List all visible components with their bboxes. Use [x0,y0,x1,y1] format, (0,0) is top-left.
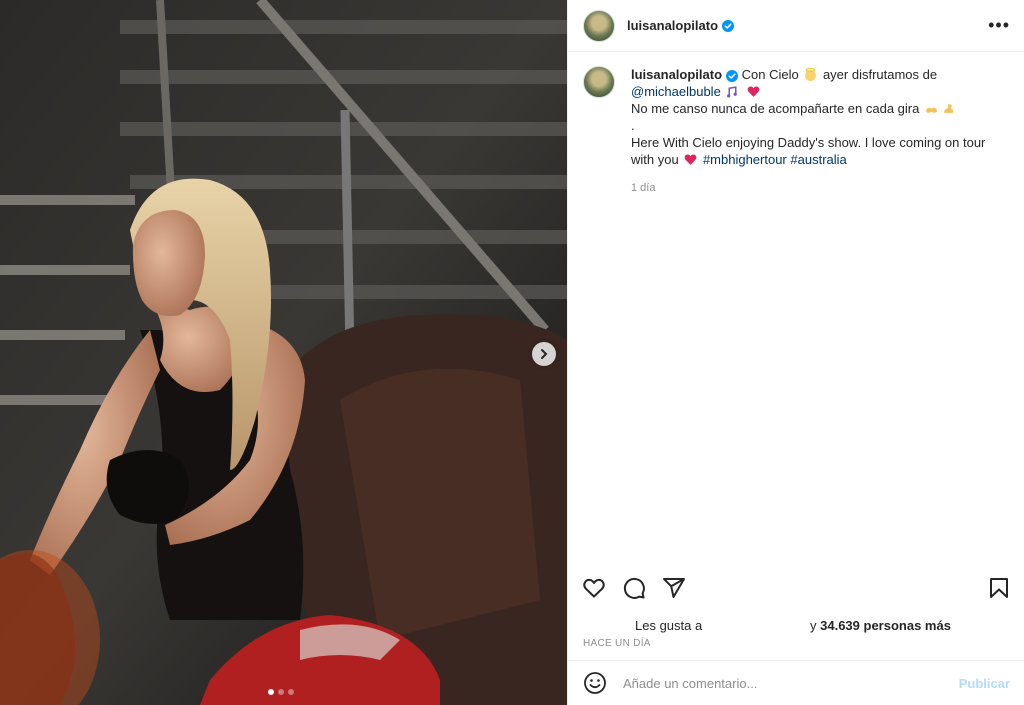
author-avatar[interactable] [583,9,615,42]
red-heart-emoji-icon [684,154,697,165]
caption-username[interactable]: luisanalopilato [631,67,722,82]
caption-line4: . [631,118,635,133]
photo-illustration [0,0,567,705]
comment-input[interactable] [621,674,945,692]
carousel-next-button[interactable] [532,342,556,366]
post-photo[interactable] [0,0,567,705]
angel-emoji-icon [805,68,817,81]
likes-connector: y [810,618,821,633]
caption-line1-tail: ayer disfrutamos de [819,67,938,82]
carousel-dot-active [268,689,274,695]
music-notes-emoji-icon [727,86,738,98]
share-icon[interactable] [662,576,686,600]
publish-button[interactable]: Publicar [959,676,1010,691]
save-button[interactable] [987,576,1011,600]
post-details-panel: luisanalopilato ••• luisanalopilato Con … [567,0,1024,705]
heart-hands-emoji-icon [926,107,937,113]
caption-line1: Con Cielo [738,67,803,82]
chevron-right-icon [541,349,548,359]
likes-count[interactable]: y 34.639 personas más [810,618,951,633]
caption-text: luisanalopilato Con Cielo ayer disfrutam… [631,66,991,197]
comment-icon[interactable] [622,576,646,600]
flexed-biceps-emoji-icon [944,104,954,113]
post-actions [582,576,686,600]
heart-icon[interactable] [582,576,606,600]
carousel-dot [288,689,294,695]
emoji-smile-icon[interactable] [583,671,607,695]
comment-bar: Publicar [568,660,1024,705]
post-header: luisanalopilato ••• [568,0,1024,52]
caption-block: luisanalopilato Con Cielo ayer disfrutam… [568,52,1024,197]
likes-count-text: 34.639 personas más [820,618,951,633]
bookmark-icon [990,578,1008,598]
caption-line3: No me canso nunca de acompañarte en cada… [631,101,923,116]
more-options-button[interactable]: ••• [988,15,1010,36]
hashtag-link[interactable]: #australia [790,152,846,167]
caption-avatar[interactable] [583,66,615,98]
verified-badge-icon [722,19,735,32]
red-heart-emoji-icon [747,86,760,97]
carousel-dot [278,689,284,695]
likes-prefix: Les gusta a [635,618,703,633]
author-username[interactable]: luisanalopilato [627,18,718,33]
caption-age: 1 día [631,182,656,194]
hashtag-link[interactable]: #mbhighertour [703,152,787,167]
carousel-indicator [268,689,294,695]
verified-badge-icon [726,69,739,82]
posted-time: HACE UN DÍA [583,638,651,649]
mention-link[interactable]: @michaelbuble [631,84,721,99]
